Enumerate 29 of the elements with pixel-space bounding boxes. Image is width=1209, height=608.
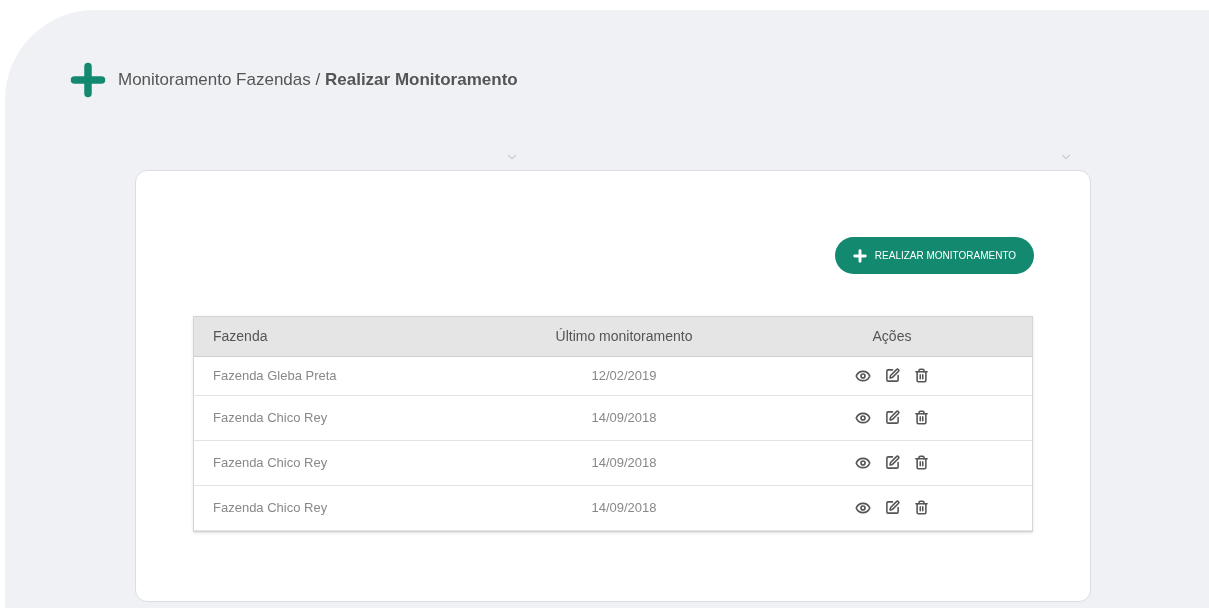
delete-icon[interactable] [914,500,929,515]
view-icon[interactable] [855,455,871,471]
column-header: Fazenda [212,327,269,346]
view-icon[interactable] [855,368,871,384]
table-cell-text: 14/09/2018 [590,499,658,518]
table-cell-text: 14/09/2018 [590,409,658,428]
table-cell-text: Fazenda Chico Rey [212,409,329,428]
delete-icon[interactable] [914,455,929,470]
edit-icon[interactable] [885,500,900,515]
view-icon[interactable] [855,410,871,426]
column-header: Último monitoramento [554,327,694,346]
edit-icon[interactable] [885,368,900,383]
plus-icon [70,62,106,98]
table-cell-text: Fazenda Chico Rey [212,454,329,473]
edit-icon[interactable] [885,455,900,470]
plus-icon [852,248,867,263]
breadcrumb-separator: / [314,70,322,90]
breadcrumb-parent[interactable]: Monitoramento Fazendas [118,70,311,90]
view-icon[interactable] [855,500,871,516]
table-cell-text: Fazenda Gleba Preta [212,367,338,386]
table-cell-text: Fazenda Chico Rey [212,499,329,518]
edit-icon[interactable] [885,410,900,425]
table-cell-text: 14/09/2018 [590,454,658,473]
delete-icon[interactable] [914,410,929,425]
delete-icon[interactable] [914,368,929,383]
column-header: Ações [871,327,913,346]
table-cell-text: 12/02/2019 [590,367,658,386]
breadcrumb-current: Realizar Monitoramento [325,70,518,90]
realizar-monitoramento-button[interactable]: REALIZAR MONITORAMENTO [835,237,1034,274]
